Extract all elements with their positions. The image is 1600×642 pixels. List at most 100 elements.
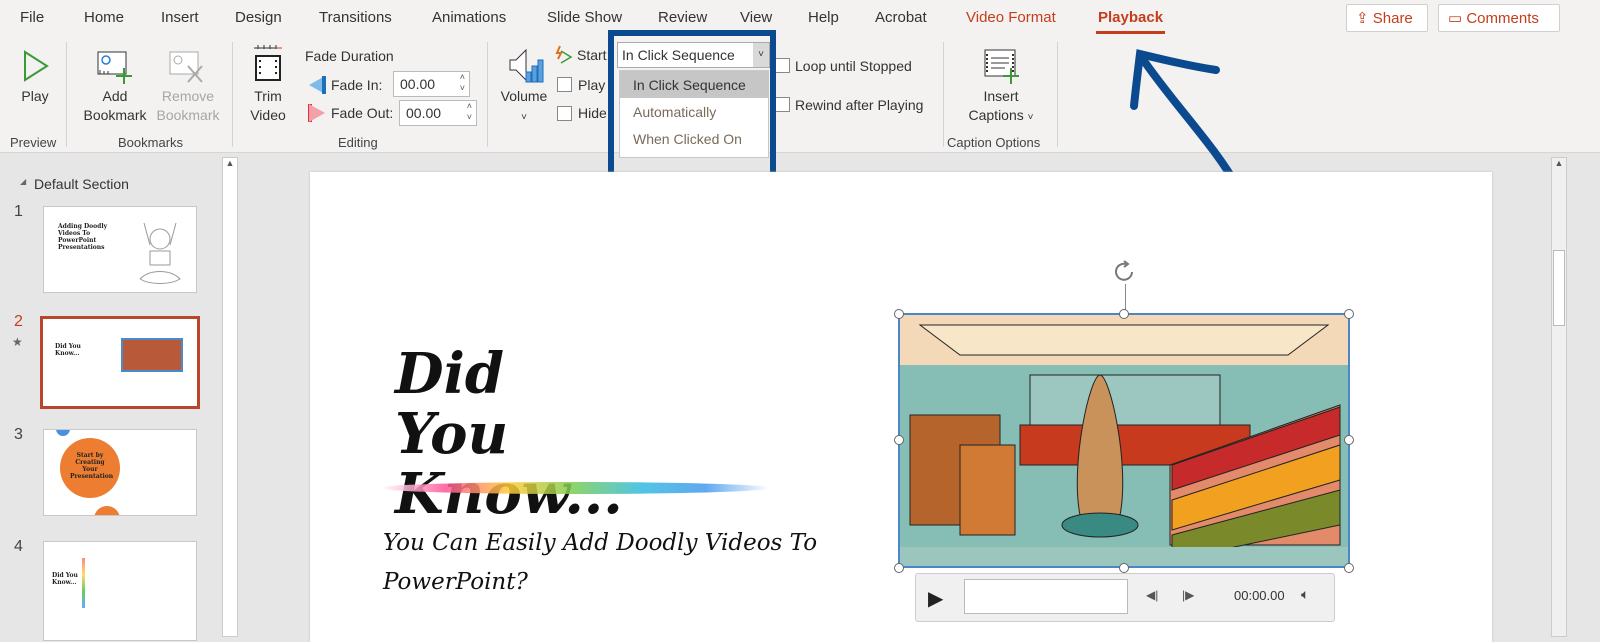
collapse-section-icon[interactable]: ◢	[20, 177, 26, 186]
trim-video-icon	[254, 45, 282, 81]
fade-in-input[interactable]: 00.00 ˄ ˅	[393, 71, 470, 97]
store-illustration	[900, 315, 1348, 566]
play-button[interactable]: Play	[10, 87, 60, 106]
comments-button[interactable]: ▭ Comments	[1438, 4, 1560, 32]
start-label: Start:	[577, 47, 611, 63]
slide-thumbnail-1[interactable]: Adding Doodly Videos To PowerPoint Prese…	[43, 206, 197, 293]
video-progress-bar[interactable]	[964, 579, 1128, 614]
remove-bookmark-icon	[169, 51, 203, 83]
animation-star-icon: ★	[12, 335, 23, 349]
fade-out-input[interactable]: 00.00 ˄ ˅	[399, 100, 477, 126]
resize-handle[interactable]	[1344, 435, 1354, 445]
tab-design[interactable]: Design	[235, 9, 282, 26]
slide-thumbnail-2[interactable]: Did You Know...	[40, 316, 200, 409]
start-trigger-icon	[555, 45, 573, 64]
tab-video-format[interactable]: Video Format	[966, 9, 1056, 26]
resize-handle[interactable]	[1119, 563, 1129, 573]
group-label-editing: Editing	[338, 135, 378, 150]
slide-thumbnail-3[interactable]: Start by Creating Your Presentation	[43, 429, 197, 516]
scroll-up-icon: ▲	[225, 158, 235, 168]
play-icon	[24, 50, 49, 82]
volume-button[interactable]: Volume ˅	[496, 87, 552, 127]
share-label: Share	[1372, 10, 1413, 27]
doodle-figure-icon	[139, 222, 181, 284]
volume-icon	[509, 48, 544, 83]
slide-number: 4	[14, 538, 23, 555]
tab-help[interactable]: Help	[808, 9, 839, 26]
loop-until-stopped-checkbox[interactable]	[775, 58, 790, 73]
section-header[interactable]: Default Section	[34, 176, 129, 192]
video-frame[interactable]	[898, 313, 1350, 568]
step-back-icon[interactable]: ◀|	[1146, 588, 1158, 602]
slide-canvas[interactable]: Did You Know... You Can Easily Add Doodl…	[310, 172, 1492, 642]
video-time: 00:00.00	[1234, 588, 1285, 603]
rewind-after-playing-checkbox[interactable]	[775, 97, 790, 112]
slide-scrollbar[interactable]: ▲	[1551, 157, 1567, 637]
play-fullscreen-label: Play	[578, 77, 606, 93]
group-label-caption-options: Caption Options	[947, 135, 1041, 150]
thumbnail-title: Did You Know...	[52, 572, 78, 586]
fade-duration-label: Fade Duration	[305, 48, 394, 64]
tab-insert[interactable]: Insert	[161, 9, 199, 26]
slide-number: 2	[14, 313, 23, 330]
volume-icon[interactable]: 🔈︎	[1301, 586, 1309, 603]
play-fullscreen-checkbox[interactable]	[557, 77, 572, 92]
add-bookmark-icon	[97, 51, 132, 84]
hide-while-not-playing-checkbox[interactable]	[557, 106, 572, 121]
rewind-label: Rewind after Playing	[795, 97, 924, 113]
video-player-controls: ▶ ◀| |▶ 00:00.00 🔈︎	[915, 573, 1335, 622]
resize-handle[interactable]	[1344, 563, 1354, 573]
scroll-up-icon: ▲	[1554, 158, 1564, 168]
step-forward-icon[interactable]: |▶	[1182, 588, 1194, 602]
spinner-arrows-icon: ˄ ˅	[466, 101, 472, 122]
tab-acrobat[interactable]: Acrobat	[875, 9, 927, 26]
group-label-bookmarks: Bookmarks	[118, 135, 184, 150]
tab-animations[interactable]: Animations	[432, 9, 506, 26]
fade-out-label: Fade Out:	[331, 105, 394, 121]
spinner-arrows-icon: ˄ ˅	[459, 72, 465, 93]
insert-captions-button[interactable]: Insert Captions ˅	[960, 87, 1042, 127]
play-icon[interactable]: ▶	[928, 586, 943, 611]
insert-captions-icon	[984, 49, 1019, 84]
resize-handle[interactable]	[894, 309, 904, 319]
resize-handle[interactable]	[894, 435, 904, 445]
ribbon: Play Preview Add Bookmark Remove Bookmark …	[0, 36, 1600, 153]
thumbnail-title: Adding Doodly Videos To PowerPoint Prese…	[58, 223, 108, 251]
rainbow-brush-stroke	[380, 482, 770, 494]
resize-handle[interactable]	[1119, 309, 1129, 319]
tab-playback[interactable]: Playback	[1095, 9, 1166, 34]
resize-handle[interactable]	[1344, 309, 1354, 319]
tab-file[interactable]: File	[20, 9, 44, 26]
tab-slide-show[interactable]: Slide Show	[547, 9, 622, 26]
tab-review[interactable]: Review	[658, 9, 707, 26]
thumbnail-scrollbar[interactable]: ▲	[222, 157, 238, 637]
hide-label: Hide	[578, 105, 607, 121]
fade-in-label: Fade In:	[331, 77, 383, 93]
share-button[interactable]: ⇪ Share	[1346, 4, 1428, 32]
comment-icon: ▭	[1448, 10, 1467, 27]
trim-video-button[interactable]: Trim Video	[244, 87, 292, 125]
slide-number: 1	[14, 203, 23, 220]
thumbnail-title: Did You Know...	[55, 343, 81, 357]
fade-in-icon	[309, 76, 326, 94]
remove-bookmark-button[interactable]: Remove Bookmark	[150, 87, 226, 125]
slide-thumbnail-4[interactable]: Did You Know...	[43, 541, 197, 641]
scroll-thumb	[1553, 250, 1565, 326]
slide-thumbnail-panel: ◢ Default Section 1 Adding Doodly Videos…	[0, 153, 222, 641]
add-bookmark-button[interactable]: Add Bookmark	[80, 87, 150, 125]
loop-label: Loop until Stopped	[795, 58, 912, 74]
slide-subtitle[interactable]: You Can Easily Add Doodly Videos To Powe…	[383, 524, 843, 602]
resize-handle[interactable]	[894, 563, 904, 573]
comments-label: Comments	[1466, 10, 1539, 27]
thumbnail-title: Start by Creating Your Presentation	[70, 452, 114, 480]
fade-out-icon	[308, 104, 325, 122]
tab-home[interactable]: Home	[84, 9, 124, 26]
thumbnail-video	[121, 338, 183, 372]
slide-number: 3	[14, 426, 23, 443]
slide-title[interactable]: Did You Know...	[395, 344, 635, 524]
group-label-preview: Preview	[10, 135, 57, 150]
share-icon: ⇪	[1356, 10, 1373, 27]
ribbon-tab-bar: File Home Insert Design Transitions Anim…	[0, 0, 1600, 36]
tab-transitions[interactable]: Transitions	[319, 9, 392, 26]
tab-view[interactable]: View	[740, 9, 772, 26]
